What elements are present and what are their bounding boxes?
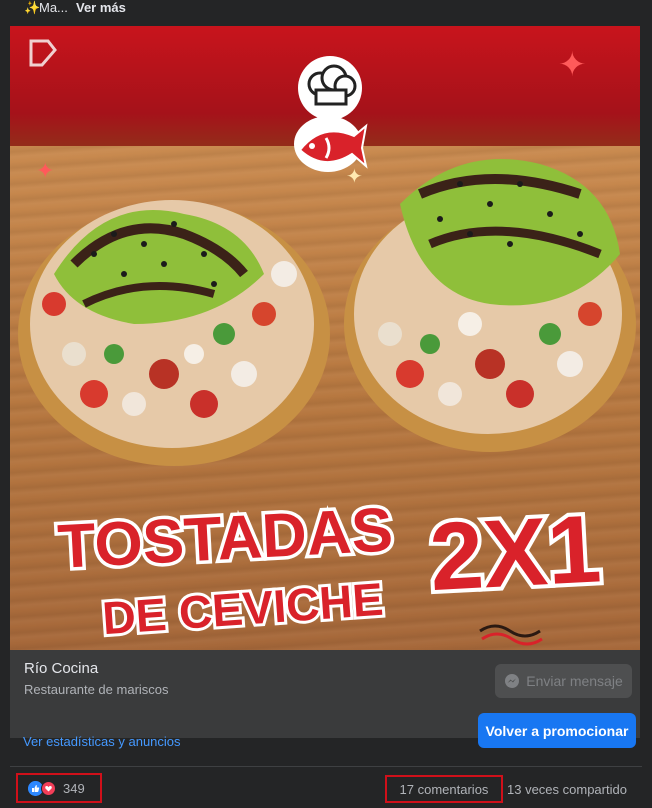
star-decoration-icon: ✦: [558, 46, 587, 84]
sparkles-icon: ✨: [24, 0, 41, 15]
headline-line1: TOSTADAS: [56, 495, 394, 581]
promo-headline: TOSTADAS DE CEVICHE 2X1: [53, 491, 608, 646]
brand-logo-icon: [29, 39, 57, 67]
send-message-label: Enviar mensaje: [526, 673, 623, 689]
tostada-right-image: [344, 159, 636, 452]
divider: [10, 766, 642, 767]
post-image[interactable]: ✦ ✦ ✦ TOSTADAS DE CEVICHE 2X1: [10, 26, 640, 650]
love-icon: [41, 781, 56, 796]
send-message-button[interactable]: Enviar mensaje: [495, 664, 632, 698]
promo-2x1: 2X1: [427, 495, 603, 611]
page-category: Restaurante de mariscos: [24, 682, 169, 697]
messenger-icon: [505, 674, 520, 688]
see-more-link[interactable]: Ver más: [76, 0, 126, 16]
view-insights-link[interactable]: Ver estadísticas y anuncios: [23, 734, 181, 749]
reactions-count: 349: [63, 781, 85, 796]
comments-count-link[interactable]: 17 comentarios: [385, 775, 503, 803]
post-actions: Ver estadísticas y anuncios Volver a pro…: [10, 713, 640, 767]
post-card: ✦ ✦ ✦ TOSTADAS DE CEVICHE 2X1 Río Cocina…: [10, 26, 640, 748]
shares-count-link[interactable]: 13 veces compartido: [507, 782, 627, 797]
headline-line2: DE CEVICHE: [101, 573, 385, 644]
post-text-truncated: Ma...: [39, 0, 68, 15]
tostada-left-image: [18, 200, 330, 466]
post-text: ✨ Ma... Ver más: [0, 0, 652, 20]
reactions-summary[interactable]: 349: [16, 773, 102, 803]
page-name[interactable]: Río Cocina: [24, 660, 98, 677]
boost-again-button[interactable]: Volver a promocionar: [478, 713, 636, 748]
